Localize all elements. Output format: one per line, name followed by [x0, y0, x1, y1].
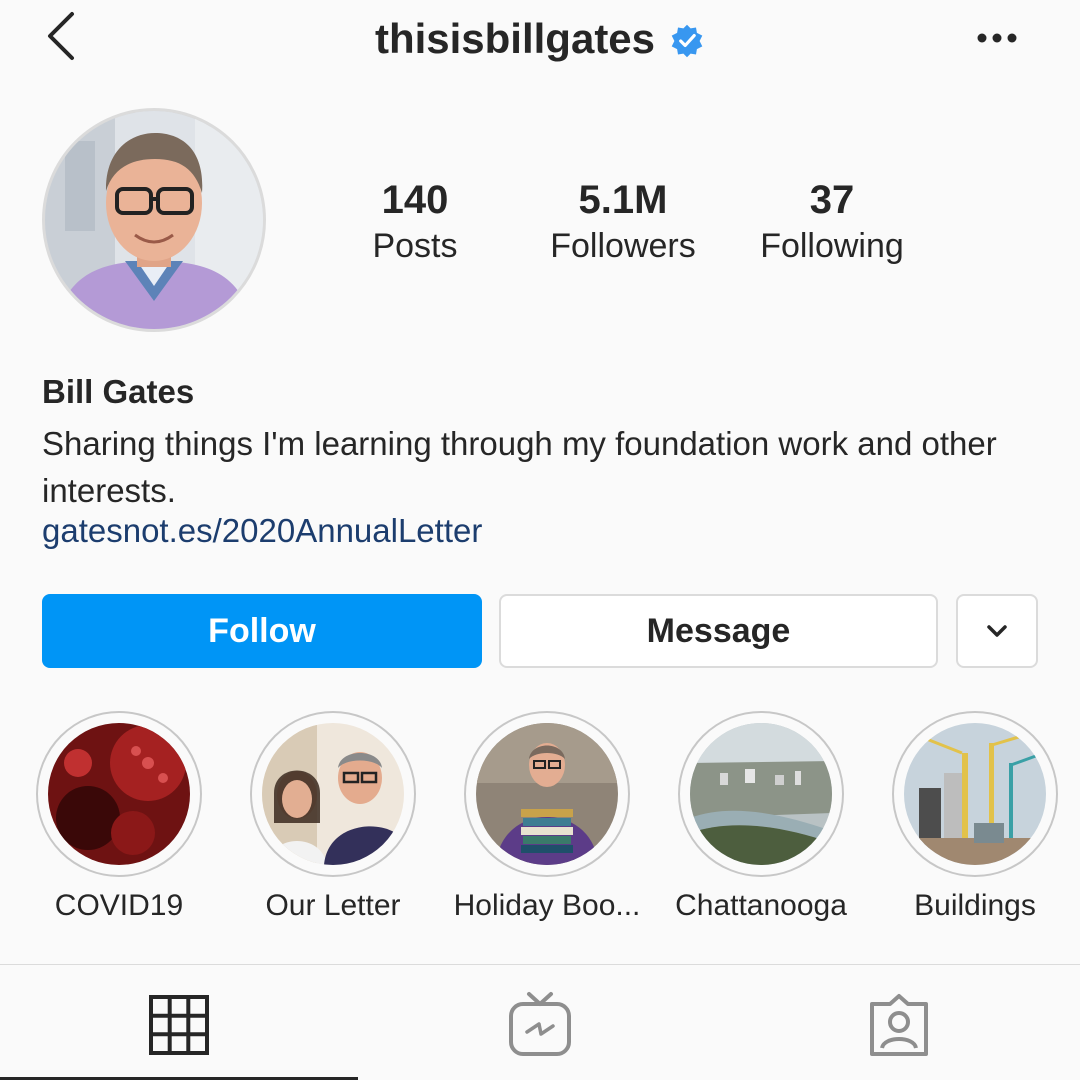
- highlight-label: Holiday Boo...: [453, 889, 641, 922]
- stat-value: 37: [809, 178, 855, 222]
- highlight-cover: [48, 723, 190, 865]
- message-button[interactable]: Message: [499, 594, 938, 668]
- stat-value: 140: [381, 178, 449, 222]
- highlight-cover: [690, 723, 832, 865]
- highlight-cover: [476, 723, 618, 865]
- header-title: thisisbillgates: [0, 10, 1080, 68]
- highlight-cover: [904, 723, 1046, 865]
- tab-igtv[interactable]: [505, 990, 575, 1060]
- tab-posts-grid[interactable]: [144, 990, 214, 1060]
- tagged-icon: [870, 994, 928, 1056]
- highlight-ring: [464, 711, 630, 877]
- highlight-cover: [262, 723, 404, 865]
- posts-count: 140 Posts: [315, 178, 515, 268]
- grid-icon: [149, 995, 209, 1055]
- highlight-ring: [36, 711, 202, 877]
- highlight-ring: [678, 711, 844, 877]
- avatar[interactable]: [42, 108, 266, 332]
- highlight-label: Chattanooga: [675, 889, 847, 922]
- more-options-button[interactable]: [972, 24, 1022, 52]
- highlight-label: COVID19: [54, 889, 184, 922]
- bio-link[interactable]: gatesnot.es/2020AnnualLetter: [42, 512, 482, 550]
- tab-tagged[interactable]: [864, 990, 934, 1060]
- stat-label: Posts: [372, 227, 458, 265]
- followers-count[interactable]: 5.1M Followers: [523, 178, 723, 268]
- highlight-label: Our Letter: [265, 889, 401, 922]
- bio-text: Sharing things I'm learning through my f…: [42, 425, 997, 509]
- chevron-down-icon: [987, 625, 1007, 637]
- more-horizontal-icon: [977, 33, 1017, 43]
- suggested-accounts-button[interactable]: [956, 594, 1038, 668]
- highlight-label: Buildings: [914, 889, 1036, 922]
- profile-photo: [45, 111, 263, 329]
- highlight-ring: [892, 711, 1058, 877]
- follow-button[interactable]: Follow: [42, 594, 482, 668]
- username: thisisbillgates: [374, 15, 656, 62]
- stat-label: Following: [760, 227, 904, 265]
- verified-badge-icon: [671, 24, 703, 58]
- full-name: Bill Gates: [42, 373, 195, 410]
- stat-label: Followers: [550, 227, 696, 265]
- stat-value: 5.1M: [578, 178, 668, 222]
- igtv-icon: [509, 992, 571, 1056]
- following-count[interactable]: 37 Following: [732, 178, 932, 268]
- tab-divider: [0, 964, 1080, 965]
- highlight-ring: [250, 711, 416, 877]
